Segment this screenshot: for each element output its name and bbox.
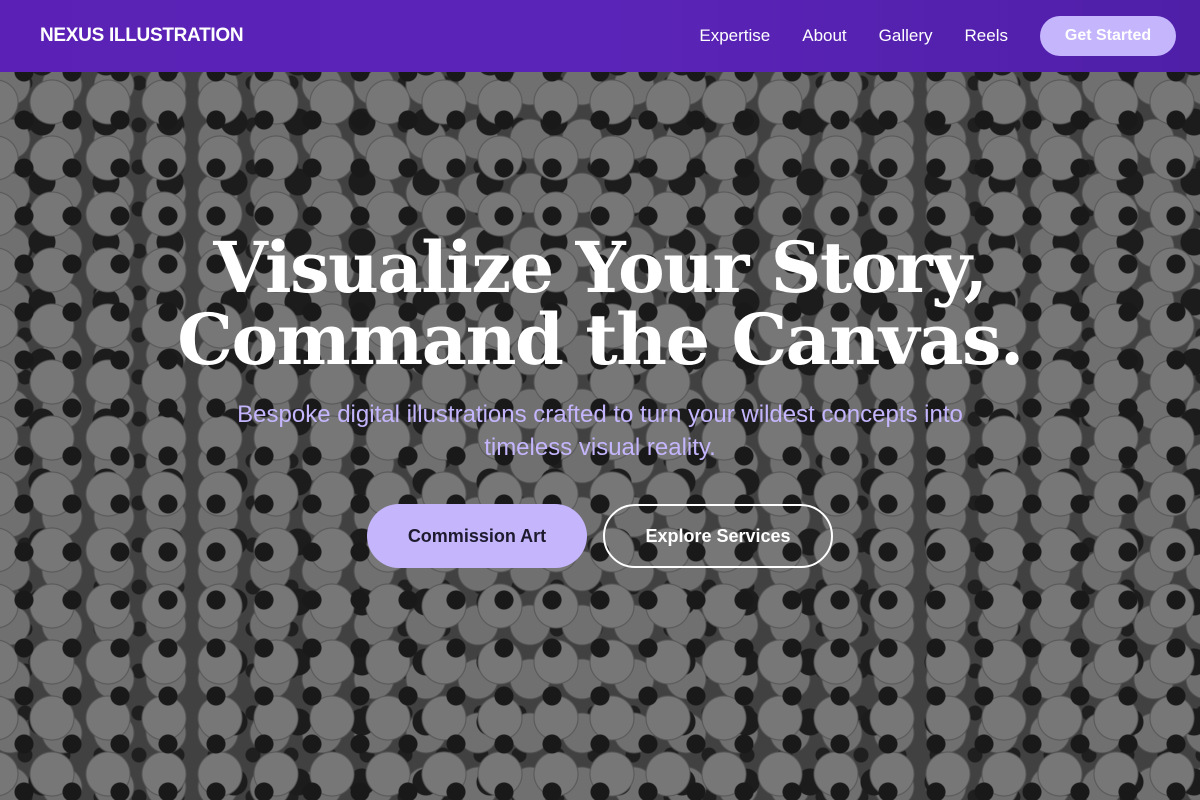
hero-section: Visualize Your Story, Command the Canvas…	[0, 0, 1200, 800]
nav-link-gallery[interactable]: Gallery	[879, 26, 933, 46]
top-navbar: NEXUS ILLUSTRATION Expertise About Galle…	[0, 0, 1200, 72]
hero-button-group: Commission Art Explore Services	[0, 504, 1200, 568]
landing-page: NEXUS ILLUSTRATION Expertise About Galle…	[0, 0, 1200, 800]
nav-links: Expertise About Gallery Reels Get Starte…	[699, 16, 1176, 56]
hero-title-line-1: Visualize Your Story,	[213, 226, 988, 309]
hero-title-line-2: Command the Canvas.	[177, 298, 1024, 381]
brand-logo[interactable]: NEXUS ILLUSTRATION	[40, 25, 244, 47]
hero-title: Visualize Your Story, Command the Canvas…	[100, 232, 1100, 376]
nav-link-expertise[interactable]: Expertise	[699, 26, 770, 46]
nav-link-about[interactable]: About	[802, 26, 846, 46]
get-started-button[interactable]: Get Started	[1040, 16, 1176, 56]
hero-subtitle: Bespoke digital illustrations crafted to…	[237, 401, 963, 461]
commission-art-button[interactable]: Commission Art	[367, 504, 587, 568]
explore-services-button[interactable]: Explore Services	[603, 504, 833, 568]
nav-link-reels[interactable]: Reels	[965, 26, 1008, 46]
